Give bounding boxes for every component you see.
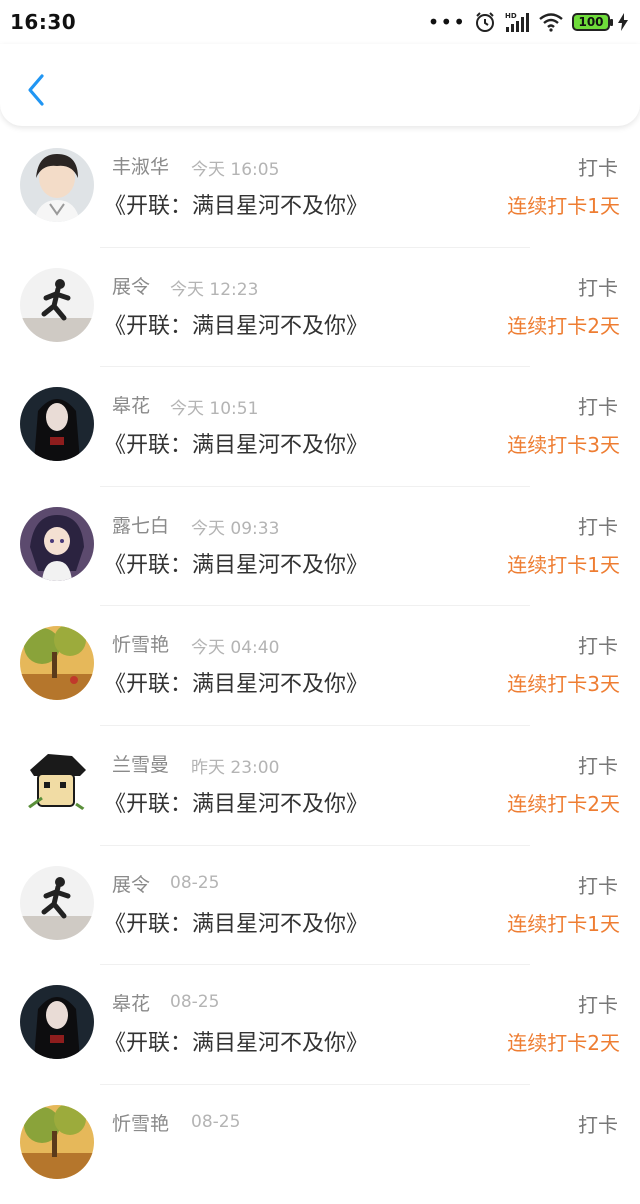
wifi-icon [539,13,563,32]
checkin-label: 打卡 [578,395,618,420]
more-dots-icon: ••• [427,10,466,34]
network-badge: HD [505,12,517,20]
streak-label: 连续打卡2天 [507,1031,620,1056]
book-title: 《开联：满目星河不及你》 [104,194,369,219]
list-item[interactable]: 丰淑华 今天 16:05 《开联：满目星河不及你》 打卡 连续打卡1天 [0,128,640,248]
streak-label: 连续打卡3天 [507,672,620,697]
status-time: 16:30 [10,10,77,34]
book-title: 《开联：满目星河不及你》 [104,791,369,817]
post-time: 今天 09:33 [191,518,280,539]
back-button[interactable] [18,70,54,110]
charging-icon [618,13,628,31]
book-title: 《开联：满目星河不及你》 [104,1031,369,1057]
post-time: 08-25 [191,1111,241,1132]
avatar[interactable] [20,985,94,1060]
list-item[interactable]: 露七白 今天 09:33 《开联：满目星河不及你》 打卡 连续打卡1天 [0,487,640,607]
avatar[interactable] [20,267,94,342]
list-item[interactable]: 兰雪曼 昨天 23:00 《开联：满目星河不及你》 打卡 连续打卡2天 [0,726,640,846]
streak-label: 连续打卡1天 [507,552,620,577]
user-name: 露七白 [112,514,170,537]
user-name: 丰淑华 [112,156,170,178]
checkin-label: 打卡 [578,1112,618,1137]
streak-label: 连续打卡2天 [507,313,620,338]
avatar[interactable] [20,148,94,222]
checkin-label: 打卡 [578,275,618,300]
user-name: 展令 [112,873,151,896]
streak-label: 连续打卡1天 [507,194,620,218]
user-name: 忻雪艳 [112,634,170,657]
avatar[interactable] [20,506,94,581]
alarm-icon [476,12,494,32]
checkin-label: 打卡 [578,873,618,898]
book-title: 《开联：满目星河不及你》 [104,911,369,937]
book-title: 《开联：满目星河不及你》 [104,672,369,698]
checkin-label: 打卡 [578,514,618,539]
post-time: 08-25 [170,872,220,893]
battery-level: 100 [578,15,604,29]
list-item[interactable]: 展令 08-25 《开联：满目星河不及你》 打卡 连续打卡1天 [0,846,640,966]
status-icons: ••• HD 100 [428,11,628,33]
list-item[interactable]: 皋花 08-25 《开联：满目星河不及你》 打卡 连续打卡2天 [0,965,640,1085]
post-time: 今天 12:23 [170,279,259,300]
user-name: 展令 [112,275,151,298]
checkin-list: 丰淑华 今天 16:05 《开联：满目星河不及你》 打卡 连续打卡1天 展令 今… [0,128,640,1204]
avatar[interactable] [20,745,94,820]
post-time: 昨天 23:00 [191,757,280,778]
book-title: 《开联：满目星河不及你》 [104,433,369,459]
book-title: 《开联：满目星河不及你》 [104,552,369,578]
streak-label: 连续打卡2天 [507,791,620,816]
avatar[interactable] [20,626,94,701]
book-title: 《开联：满目星河不及你》 [104,313,369,339]
signal-icon: HD [505,12,529,32]
post-time: 08-25 [170,992,220,1013]
post-time: 今天 16:05 [191,160,280,180]
checkin-label: 打卡 [578,993,618,1018]
user-name: 皋花 [112,993,151,1016]
list-item[interactable]: 忻雪艳 08-25 打卡 [0,1085,640,1204]
list-item[interactable]: 展令 今天 12:23 《开联：满目星河不及你》 打卡 连续打卡2天 [0,248,640,368]
list-item[interactable]: 忻雪艳 今天 04:40 《开联：满目星河不及你》 打卡 连续打卡3天 [0,606,640,726]
nav-header [0,44,640,126]
avatar[interactable] [20,865,94,940]
avatar[interactable] [20,387,94,462]
streak-label: 连续打卡3天 [507,433,620,458]
list-item[interactable]: 皋花 今天 10:51 《开联：满目星河不及你》 打卡 连续打卡3天 [0,367,640,487]
battery-icon: 100 [572,13,613,31]
streak-label: 连续打卡1天 [507,911,620,936]
chevron-left-icon [28,74,44,106]
checkin-label: 打卡 [578,156,618,180]
status-bar: 16:30 ••• HD 100 [0,0,640,44]
user-name: 皋花 [112,395,151,418]
post-time: 今天 04:40 [191,638,280,659]
checkin-label: 打卡 [578,753,618,778]
avatar[interactable] [20,1104,94,1179]
post-time: 今天 10:51 [170,399,259,420]
user-name: 忻雪艳 [112,1112,170,1135]
checkin-label: 打卡 [578,634,618,659]
user-name: 兰雪曼 [112,753,170,776]
